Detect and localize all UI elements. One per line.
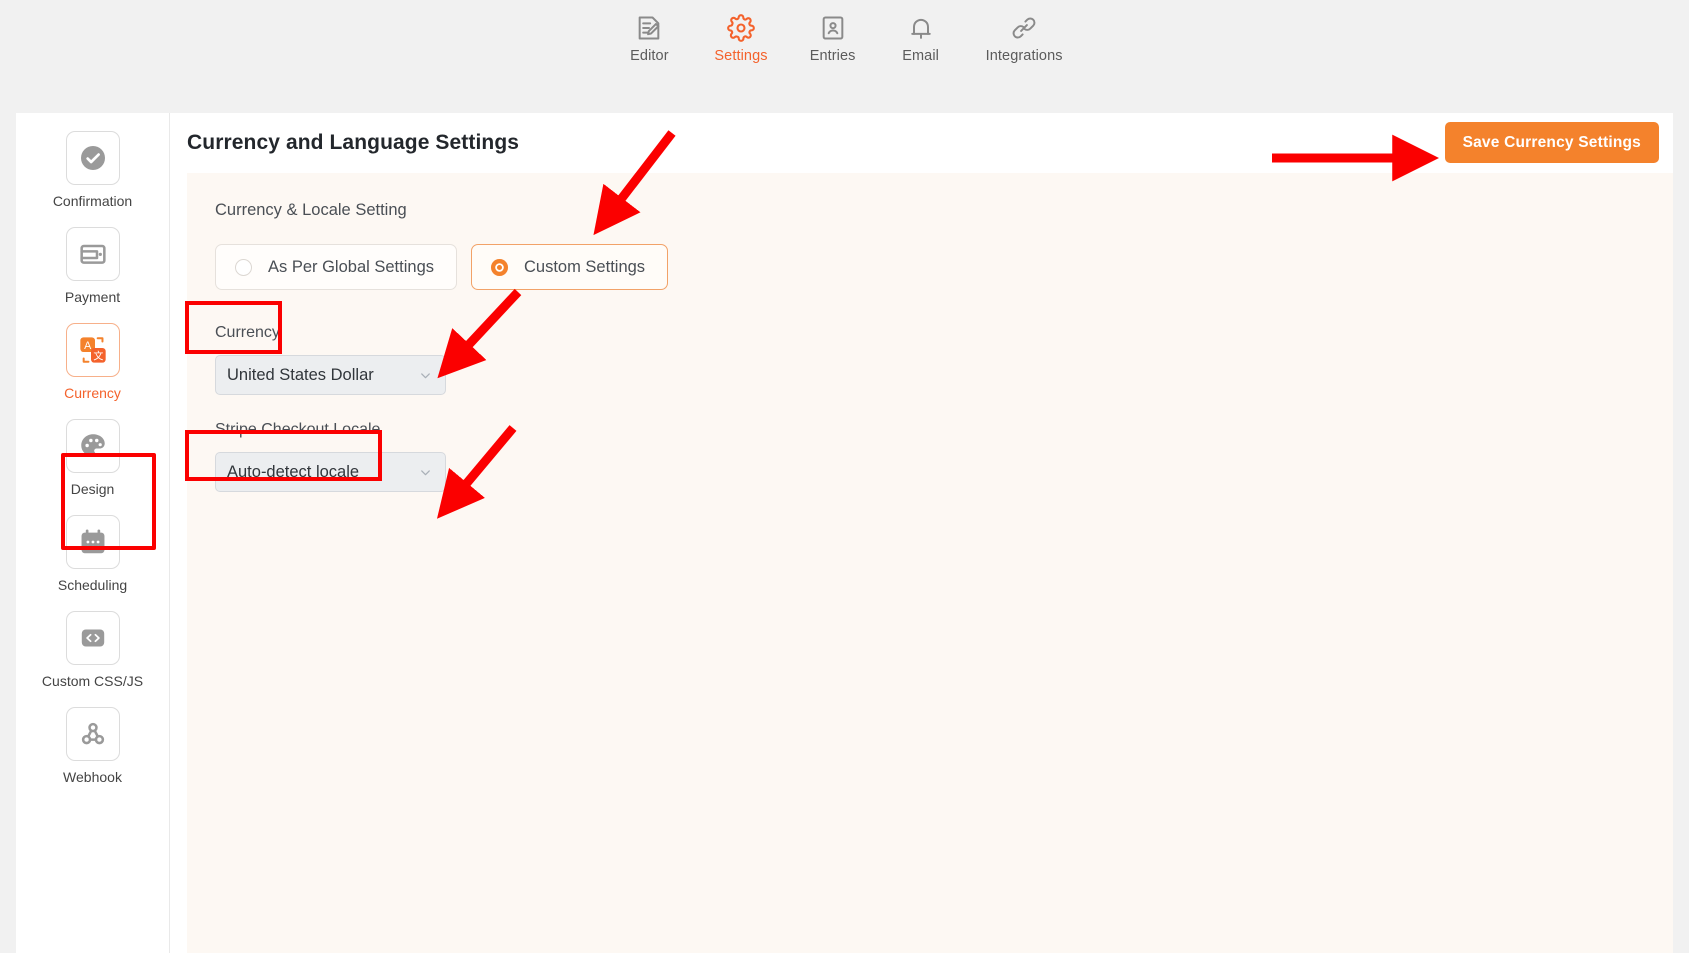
- currency-field-label: Currency: [215, 324, 280, 341]
- nav-label-editor: Editor: [630, 48, 669, 64]
- chevron-down-icon: [418, 368, 433, 383]
- nav-item-integrations[interactable]: Integrations: [986, 14, 1063, 64]
- nav-item-settings[interactable]: Settings: [714, 14, 768, 64]
- page-card: Confirmation Payment A 文 Currency Design…: [16, 113, 1673, 953]
- content-header: Currency and Language Settings Save Curr…: [170, 113, 1673, 173]
- nav-label-integrations: Integrations: [985, 48, 1063, 64]
- code-brackets-icon: [65, 611, 120, 665]
- stripe-locale-select[interactable]: Auto-detect locale: [215, 452, 446, 492]
- settings-content: Currency and Language Settings Save Curr…: [170, 113, 1673, 953]
- bell-icon: [907, 14, 935, 42]
- stripe-locale-field-block: Stripe Checkout Locale Auto-detect local…: [215, 421, 1673, 492]
- sidebar-item-currency[interactable]: A 文 Currency: [16, 323, 169, 401]
- sidebar-item-scheduling[interactable]: Scheduling: [16, 515, 169, 593]
- radio-label-custom-settings: Custom Settings: [524, 257, 646, 276]
- page-right-margin: [1673, 0, 1689, 953]
- sidebar-label-confirmation: Confirmation: [52, 193, 133, 209]
- currency-field-block: Currency United States Dollar: [215, 324, 1673, 395]
- link-icon: [1010, 14, 1038, 42]
- settings-sidebar: Confirmation Payment A 文 Currency Design…: [16, 113, 170, 953]
- document-edit-icon: [635, 14, 663, 42]
- app-root: Editor Settings Entries Email Integratio…: [0, 0, 1689, 953]
- sidebar-label-webhook: Webhook: [63, 769, 122, 785]
- check-circle-icon: [65, 131, 120, 185]
- top-navigation-bar: Editor Settings Entries Email Integratio…: [0, 0, 1689, 118]
- currency-locale-panel: Currency & Locale Setting As Per Global …: [187, 173, 1673, 953]
- sidebar-item-confirmation[interactable]: Confirmation: [16, 131, 169, 209]
- radio-label-as-per-global-settings: As Per Global Settings: [268, 257, 434, 276]
- stripe-locale-field-label: Stripe Checkout Locale: [215, 421, 381, 438]
- radio-option-custom-settings[interactable]: Custom Settings: [471, 244, 669, 290]
- sidebar-label-custom-css-js: Custom CSS/JS: [41, 673, 144, 689]
- nav-item-email[interactable]: Email: [898, 14, 944, 64]
- calendar-icon: [65, 515, 120, 569]
- sidebar-label-currency: Currency: [64, 385, 121, 401]
- currency-mode-radio-group: As Per Global Settings Custom Settings: [215, 244, 1673, 290]
- nav-item-entries[interactable]: Entries: [810, 14, 856, 64]
- radio-indicator-unselected: [235, 258, 252, 276]
- palette-icon: [65, 419, 120, 473]
- save-currency-settings-button[interactable]: Save Currency Settings: [1444, 122, 1659, 163]
- sidebar-label-scheduling: Scheduling: [57, 577, 128, 593]
- sidebar-item-custom-css-js[interactable]: Custom CSS/JS: [16, 611, 169, 689]
- webhook-icon: [65, 707, 120, 761]
- sidebar-item-design[interactable]: Design: [16, 419, 169, 497]
- currency-select-value: United States Dollar: [227, 365, 374, 384]
- sidebar-item-webhook[interactable]: Webhook: [16, 707, 169, 785]
- contact-card-icon: [819, 14, 847, 42]
- page-title: Currency and Language Settings: [187, 131, 520, 154]
- currency-select[interactable]: United States Dollar: [215, 355, 446, 395]
- nav-label-entries: Entries: [809, 48, 856, 64]
- radio-option-as-per-global-settings[interactable]: As Per Global Settings: [215, 244, 457, 290]
- radio-indicator-selected: [491, 258, 508, 276]
- sidebar-item-payment[interactable]: Payment: [16, 227, 169, 305]
- sidebar-label-payment: Payment: [64, 289, 121, 305]
- nav-label-email: Email: [902, 48, 939, 64]
- svg-text:A: A: [84, 340, 92, 352]
- gear-icon: [727, 14, 755, 42]
- panel-section-title: Currency & Locale Setting: [215, 201, 407, 219]
- nav-item-editor[interactable]: Editor: [626, 14, 672, 64]
- chevron-down-icon: [418, 465, 433, 480]
- svg-text:文: 文: [93, 350, 103, 363]
- stripe-locale-select-value: Auto-detect locale: [227, 462, 360, 481]
- wallet-icon: [65, 227, 120, 281]
- sidebar-label-design: Design: [70, 481, 115, 497]
- translate-icon: A 文: [65, 323, 120, 377]
- nav-label-settings: Settings: [714, 48, 768, 64]
